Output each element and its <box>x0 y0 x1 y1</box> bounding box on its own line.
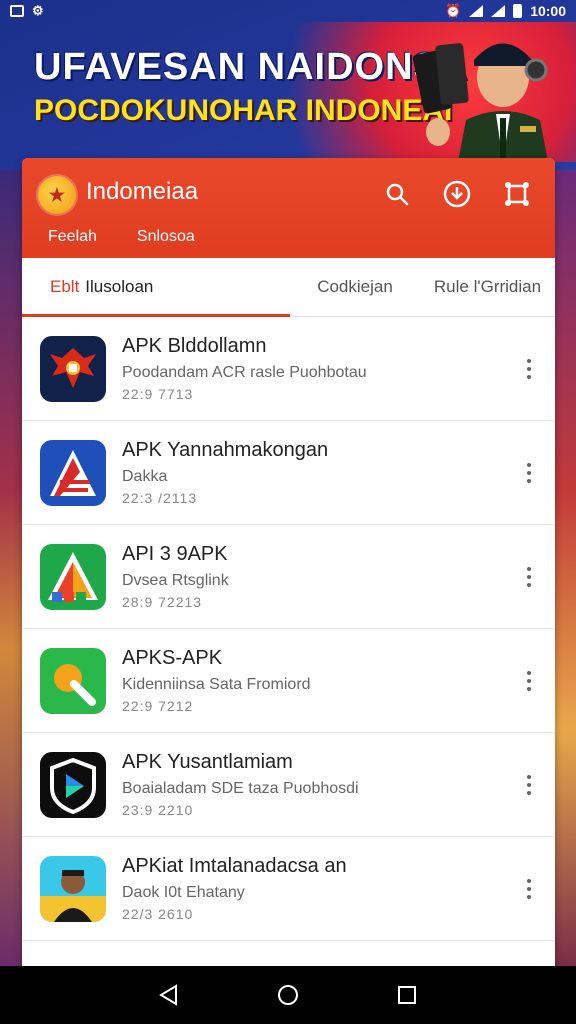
tab-main-label: Ilusoloan <box>85 277 154 296</box>
tab-third[interactable]: Rule l'Grridian <box>420 258 555 316</box>
app-name: APK Blddollamn <box>122 335 267 357</box>
wifi-signal-icon <box>469 5 484 17</box>
cell-signal-icon <box>491 5 506 17</box>
app-title: Indomeiaa <box>86 178 199 205</box>
back-button[interactable] <box>154 980 184 1010</box>
tab-second[interactable]: Codkiejan <box>290 258 420 316</box>
search-icon <box>386 183 409 206</box>
search-button[interactable] <box>379 176 415 212</box>
tab-bar: Eblt Ilusoloan Codkiejan Rule l'Grridian <box>22 258 555 317</box>
app-date: 22:3 /2113 <box>122 490 198 506</box>
list-item[interactable]: APK Blddollamn Poodandam ACR rasle Puohb… <box>22 317 555 421</box>
tab-main-prefix: Eblt <box>50 277 80 296</box>
home-button[interactable] <box>273 980 303 1010</box>
app-description: Poodandam ACR rasle Puohbotau <box>122 364 367 381</box>
list-item[interactable]: APK Yannahmakongan Dakka 22:3 /2113 <box>22 421 555 525</box>
app-description: Daok I0t Ehatany <box>122 884 245 901</box>
app-description: Dvsea Rtsglink <box>122 572 229 589</box>
sync-icon: ⚙ <box>32 3 44 18</box>
left-decoration <box>0 170 24 970</box>
app-date: 23:9 2210 <box>122 802 194 818</box>
list-item[interactable]: APKiat Imtalanadacsa an Daok I0t Ehatany… <box>22 837 555 941</box>
flag-a-icon <box>40 439 106 506</box>
officer-illustration <box>412 43 548 162</box>
app-name: API 3 9APK <box>122 543 228 565</box>
recents-icon <box>397 986 416 1004</box>
promo-banner[interactable]: UFAVESAN NAIDONSA POCDOKUNOHAR INDONEAI <box>0 22 576 162</box>
system-nav-bar <box>0 966 576 1024</box>
alarm-icon: ⏰ <box>445 3 462 18</box>
more-options-button[interactable] <box>517 661 541 701</box>
download-button[interactable] <box>439 176 475 212</box>
recents-button[interactable] <box>392 980 422 1010</box>
more-options-button[interactable] <box>517 869 541 909</box>
download-icon <box>443 180 471 208</box>
tricolor-a-icon <box>40 543 106 610</box>
scan-button[interactable] <box>499 176 535 212</box>
more-options-button[interactable] <box>517 557 541 597</box>
green-app-icon <box>40 647 106 714</box>
garuda-icon <box>40 335 106 402</box>
right-decoration <box>554 170 576 970</box>
list-item[interactable]: APK Yusantlamiam Boaialadam SDE taza Puo… <box>22 733 555 837</box>
app-name: APKS-APK <box>122 647 223 669</box>
app-description: Dakka <box>122 468 168 485</box>
list-item[interactable]: APKS-APK Kidenniinsa Sata Fromiord 22:9 … <box>22 629 555 733</box>
gallery-icon <box>10 5 24 17</box>
app-window: ★ Indomeiaa Feelah Snlosoa Eblt Ilusoloa… <box>22 158 555 968</box>
more-options-button[interactable] <box>517 765 541 805</box>
app-name: APK Yusantlamiam <box>122 751 293 773</box>
tab-third-label: Rule l'Grridian <box>433 277 542 296</box>
app-date: 22:9 7713 <box>122 386 194 402</box>
more-options-button[interactable] <box>517 349 541 389</box>
app-date: 22/3 2610 <box>122 906 194 922</box>
app-date: 28:9 72213 <box>122 594 203 610</box>
battery-icon <box>513 4 523 18</box>
more-options-button[interactable] <box>517 453 541 493</box>
back-icon <box>159 984 178 1006</box>
tab-second-label: Codkiejan <box>317 277 393 296</box>
app-name: APKiat Imtalanadacsa an <box>122 855 347 877</box>
subtab-1[interactable]: Feelah <box>48 228 97 246</box>
clock-text: 10:00 <box>530 3 566 19</box>
banner-headline: UFAVESAN NAIDONSA <box>34 46 469 88</box>
person-avatar-icon <box>40 855 106 922</box>
app-name: APK Yannahmakongan <box>122 439 329 461</box>
tab-main[interactable]: Eblt Ilusoloan <box>22 258 290 317</box>
app-list: APK Blddollamn Poodandam ACR rasle Puohb… <box>22 317 555 941</box>
app-date: 22:9 7212 <box>122 698 194 714</box>
app-header: ★ Indomeiaa Feelah Snlosoa <box>22 158 555 258</box>
app-description: Boaialadam SDE taza Puobhosdi <box>122 780 359 797</box>
status-bar: ⚙ ⏰ 10:00 <box>0 0 576 22</box>
home-icon <box>277 985 298 1005</box>
app-description: Kidenniinsa Sata Fromiord <box>122 676 311 693</box>
subtab-2[interactable]: Snlosoa <box>137 228 195 246</box>
play-shield-icon <box>40 751 106 818</box>
list-item[interactable]: API 3 9APK Dvsea Rtsglink 28:9 72213 <box>22 525 555 629</box>
scan-icon <box>505 182 529 206</box>
app-logo-icon[interactable]: ★ <box>38 176 76 214</box>
banner-subheadline: POCDOKUNOHAR INDONEAI <box>34 94 453 127</box>
